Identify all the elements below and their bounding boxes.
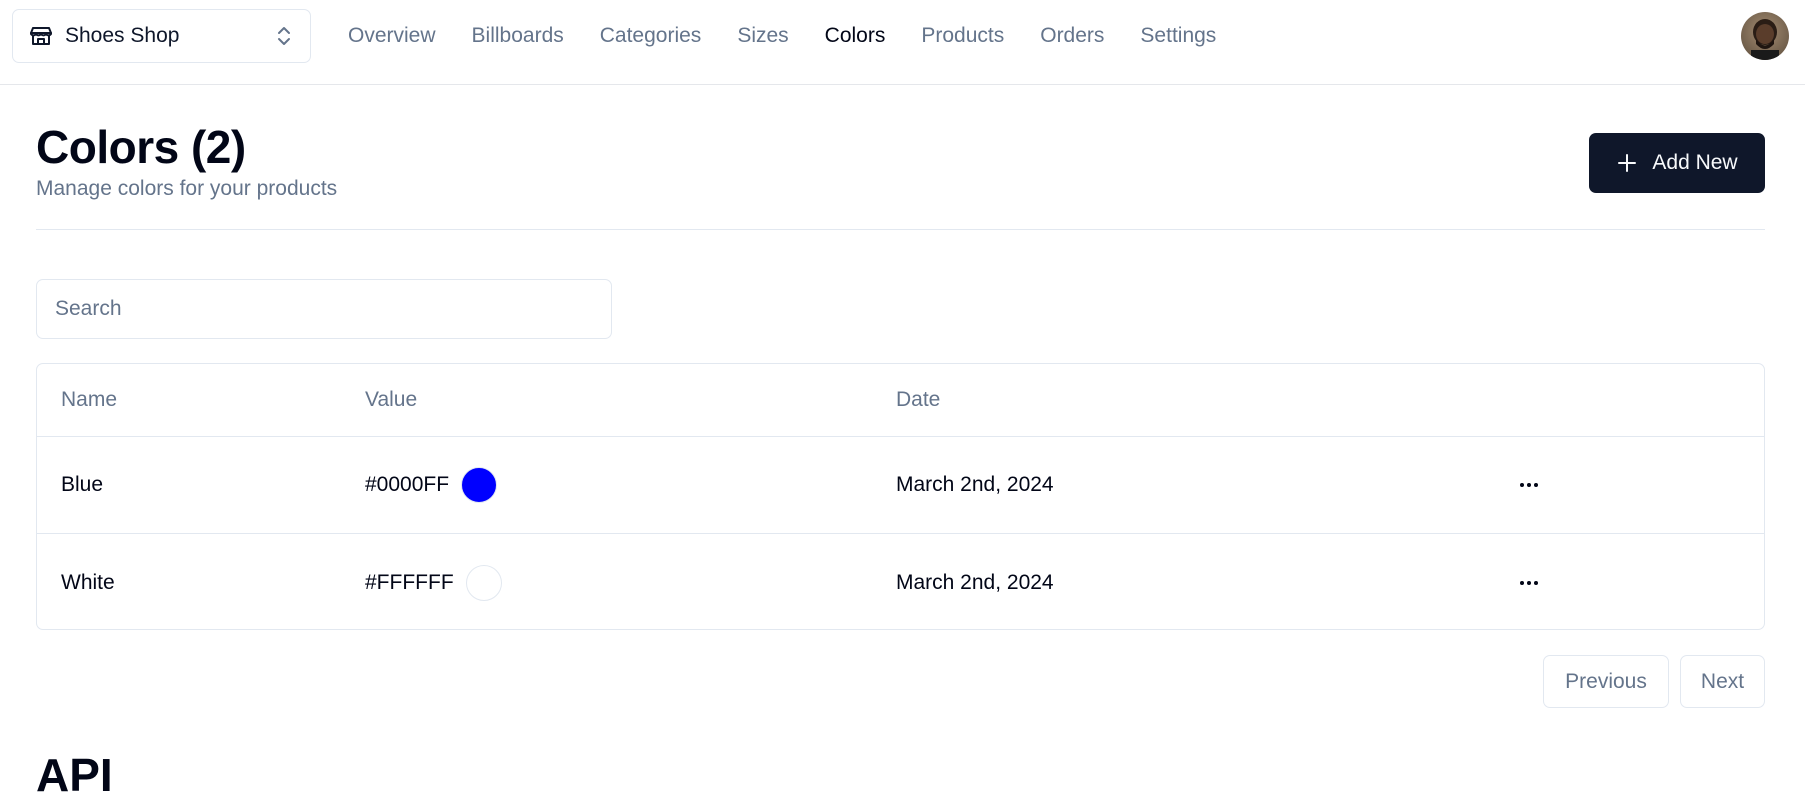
nav-billboards[interactable]: Billboards [472, 24, 564, 48]
more-horizontal-icon [1517, 473, 1541, 497]
api-section-title: API [36, 749, 113, 801]
column-header-name: Name [61, 388, 118, 411]
previous-button[interactable]: Previous [1543, 655, 1669, 708]
search-input[interactable] [36, 279, 612, 339]
store-icon [29, 24, 53, 48]
add-new-button[interactable]: Add New [1589, 133, 1765, 193]
table-row: Blue #0000FF March 2nd, 2024 [37, 437, 1764, 534]
main-nav: Overview Billboards Categories Sizes Col… [348, 0, 1252, 72]
plus-icon [1616, 152, 1638, 174]
user-avatar[interactable] [1741, 12, 1789, 60]
table-header-row: Name Value Date [37, 364, 1764, 437]
column-header-value: Value [365, 388, 418, 411]
color-date: March 2nd, 2024 [896, 473, 1054, 496]
nav-colors[interactable]: Colors [825, 24, 886, 48]
colors-table: Name Value Date Blue #0000FF March 2nd, … [36, 363, 1765, 630]
divider [36, 229, 1765, 230]
row-actions-button[interactable] [1517, 437, 1541, 533]
page-subtitle: Manage colors for your products [36, 176, 338, 200]
nav-overview[interactable]: Overview [348, 24, 436, 48]
more-horizontal-icon [1517, 571, 1541, 595]
color-value: #FFFFFF [365, 570, 454, 594]
top-navbar: Shoes Shop Overview Billboards Categorie… [0, 0, 1805, 85]
color-swatch [465, 564, 502, 601]
color-date: March 2nd, 2024 [896, 570, 1054, 594]
nav-sizes[interactable]: Sizes [737, 24, 788, 48]
column-header-date: Date [896, 388, 941, 411]
color-value-cell: #FFFFFF [365, 534, 502, 629]
store-name: Shoes Shop [65, 24, 180, 47]
page-heading: Colors (2) Manage colors for your produc… [36, 122, 337, 201]
nav-orders[interactable]: Orders [1040, 24, 1104, 48]
nav-settings[interactable]: Settings [1140, 24, 1216, 48]
color-name: White [61, 570, 115, 594]
table-row: White #FFFFFF March 2nd, 2024 [37, 534, 1764, 629]
chevrons-up-down-icon [274, 24, 294, 48]
color-swatch [461, 467, 498, 503]
next-button[interactable]: Next [1680, 655, 1765, 708]
nav-categories[interactable]: Categories [600, 24, 702, 48]
color-value: #0000FF [365, 473, 450, 496]
color-value-cell: #0000FF [365, 437, 498, 533]
row-actions-button[interactable] [1517, 534, 1541, 629]
nav-products[interactable]: Products [921, 24, 1004, 48]
add-new-label: Add New [1652, 151, 1738, 174]
store-switcher[interactable]: Shoes Shop [12, 9, 311, 63]
page-title: Colors (2) [36, 121, 246, 173]
color-name: Blue [61, 473, 104, 496]
